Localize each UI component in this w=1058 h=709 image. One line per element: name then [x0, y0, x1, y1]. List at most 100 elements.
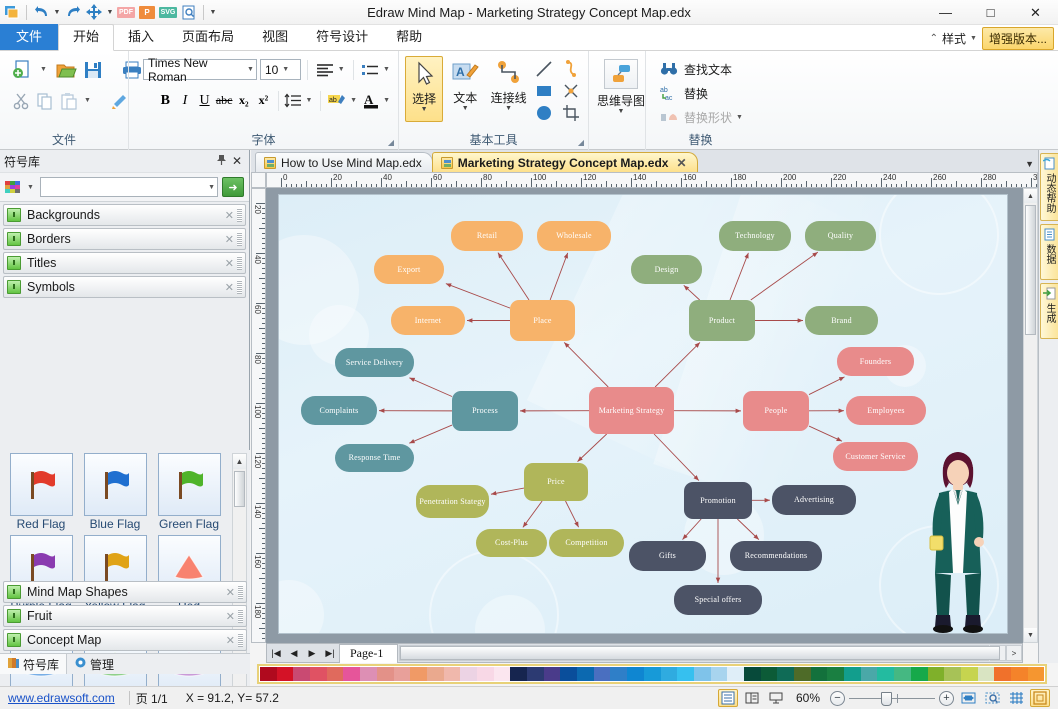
palette-swatch[interactable] [577, 667, 594, 681]
document-tab-marketing-strategy[interactable]: Marketing Strategy Concept Map.edx ✕ [432, 152, 698, 172]
palette-swatch[interactable] [1028, 667, 1045, 681]
font-size-combobox[interactable]: 10 ▼ [260, 59, 301, 80]
scroll-up-icon[interactable]: ▲ [1024, 189, 1037, 203]
status-right-controls[interactable]: 60% − + [718, 689, 1058, 707]
page-tab-page-1[interactable]: Page-1 [339, 644, 398, 663]
ribbon-tab-insert[interactable]: 插入 [114, 25, 168, 50]
scroll-down-icon[interactable]: ▼ [1024, 628, 1037, 642]
move-icon[interactable] [84, 2, 104, 23]
connector-tool-dropdown-icon[interactable]: ▼ [505, 106, 512, 112]
new-document-icon[interactable] [12, 57, 34, 83]
text-tool-button[interactable]: A 文本 ▼ [446, 56, 484, 122]
palette-swatch[interactable] [293, 667, 310, 681]
copy-icon[interactable] [36, 90, 54, 112]
palette-swatch[interactable] [727, 667, 744, 681]
palette-swatch[interactable] [961, 667, 978, 681]
superscript-button[interactable]: x² [255, 90, 272, 112]
palette-swatch[interactable] [761, 667, 778, 681]
edrawsoft-website-link[interactable]: www.edrawsoft.com [0, 691, 123, 705]
palette-swatch[interactable] [260, 667, 277, 681]
palette-swatch[interactable] [844, 667, 861, 681]
palette-swatch[interactable] [911, 667, 928, 681]
paste-icon[interactable] [60, 90, 78, 112]
left-tab-symbol-library[interactable]: 符号库 [0, 654, 67, 674]
customize-qat-icon[interactable]: ▼ [208, 9, 218, 16]
chevron-down-icon[interactable]: ▼ [208, 184, 215, 191]
close-icon[interactable]: ✕ [226, 634, 238, 647]
font-family-combobox[interactable]: Times New Roman ▼ [143, 59, 257, 80]
drag-handle[interactable] [237, 280, 242, 294]
zoom-slider-thumb[interactable] [881, 692, 892, 706]
basic-tools-dialog-launcher[interactable]: ◢ [578, 138, 584, 147]
mindmap-node-internet[interactable]: Internet [391, 306, 465, 335]
mindmap-node-penetration[interactable]: Penetration Stategy [416, 485, 489, 518]
replace-shape-dropdown-icon[interactable]: ▼ [736, 114, 745, 121]
palette-swatch[interactable] [410, 667, 427, 681]
close-icon[interactable]: ✕ [229, 154, 245, 168]
text-tool-dropdown-icon[interactable]: ▼ [462, 106, 469, 112]
pin-icon[interactable] [213, 154, 229, 169]
bullet-list-icon[interactable] [360, 59, 380, 81]
mindmap-node-specialoffers[interactable]: Special offers [674, 585, 762, 615]
palette-swatch[interactable] [944, 667, 961, 681]
palette-swatch[interactable] [477, 667, 494, 681]
drag-handle[interactable] [238, 609, 243, 623]
palette-swatch[interactable] [310, 667, 327, 681]
open-icon[interactable] [55, 57, 77, 83]
horizontal-scrollbar[interactable] [399, 645, 989, 661]
palette-swatch[interactable] [894, 667, 911, 681]
chevron-down-icon[interactable]: ▼ [282, 66, 289, 73]
close-button[interactable]: ✕ [1013, 0, 1058, 25]
close-icon[interactable]: ✕ [225, 257, 237, 270]
right-tool-tabs[interactable]: 动态帮助 数据 生成 [1038, 150, 1058, 663]
redo-icon[interactable] [63, 2, 83, 23]
crop-tool-icon[interactable] [560, 102, 582, 124]
diagram-page[interactable]: Marketing StrategyPlaceRetailWholesaleEx… [278, 194, 1008, 634]
export-pdf-icon[interactable]: PDF [116, 2, 136, 23]
undo-icon[interactable] [31, 2, 51, 23]
style-dropdown[interactable]: ⌃ 样式 ▼ [930, 30, 977, 47]
mindmap-node-competition[interactable]: Competition [549, 529, 624, 557]
minimize-button[interactable]: — [923, 0, 968, 25]
zoom-slider[interactable] [849, 691, 935, 706]
close-icon[interactable]: ✕ [225, 233, 237, 246]
drag-handle[interactable] [238, 585, 243, 599]
drag-handle[interactable] [237, 208, 242, 222]
select-tool-dropdown-icon[interactable]: ▼ [421, 107, 428, 113]
fit-page-icon[interactable] [958, 689, 978, 707]
zoom-in-button[interactable]: + [939, 691, 954, 706]
ribbon-tab-file[interactable]: 文件 [0, 24, 58, 50]
scroll-right-icon[interactable]: > [1006, 645, 1022, 661]
palette-swatch[interactable] [644, 667, 661, 681]
maximize-button[interactable]: □ [968, 0, 1013, 25]
ribbon-tab-help[interactable]: 帮助 [382, 25, 436, 50]
symbol-search-go-button[interactable]: ➜ [222, 177, 244, 197]
drag-handle[interactable] [238, 633, 243, 647]
palette-swatch[interactable] [794, 667, 811, 681]
connector-tool-button[interactable]: 连接线 ▼ [487, 56, 530, 122]
palette-swatch[interactable] [360, 667, 377, 681]
palette-swatch[interactable] [610, 667, 627, 681]
quick-access-toolbar[interactable]: ▼ ▼ PDF P SVG ▼ [0, 0, 218, 25]
palette-swatch[interactable] [594, 667, 611, 681]
palette-swatch[interactable] [494, 667, 511, 681]
palette-swatch[interactable] [994, 667, 1011, 681]
mindmap-node-technology[interactable]: Technology [719, 221, 791, 251]
palette-swatch[interactable] [510, 667, 527, 681]
right-tab-generate[interactable]: 生成 [1040, 283, 1058, 339]
full-screen-icon[interactable] [1030, 689, 1050, 707]
subscript-button[interactable]: x₂ [235, 90, 252, 112]
palette-swatch[interactable] [827, 667, 844, 681]
palette-swatch[interactable] [744, 667, 761, 681]
mindmap-node-brand[interactable]: Brand [805, 306, 878, 335]
palette-swatch[interactable] [661, 667, 678, 681]
mindmap-node-export[interactable]: Export [374, 255, 444, 284]
palette-swatch[interactable] [877, 667, 894, 681]
mindmap-node-responsetime[interactable]: Response Time [335, 444, 414, 472]
strikethrough-button[interactable]: abc [216, 90, 233, 112]
drag-handle[interactable] [237, 232, 242, 246]
right-tab-dynamic-help[interactable]: 动态帮助 [1040, 153, 1058, 221]
library-item-concept-map[interactable]: Concept Map ✕ [3, 629, 247, 651]
palette-swatch[interactable] [560, 667, 577, 681]
document-tab-how-to-use[interactable]: How to Use Mind Map.edx [255, 152, 433, 172]
